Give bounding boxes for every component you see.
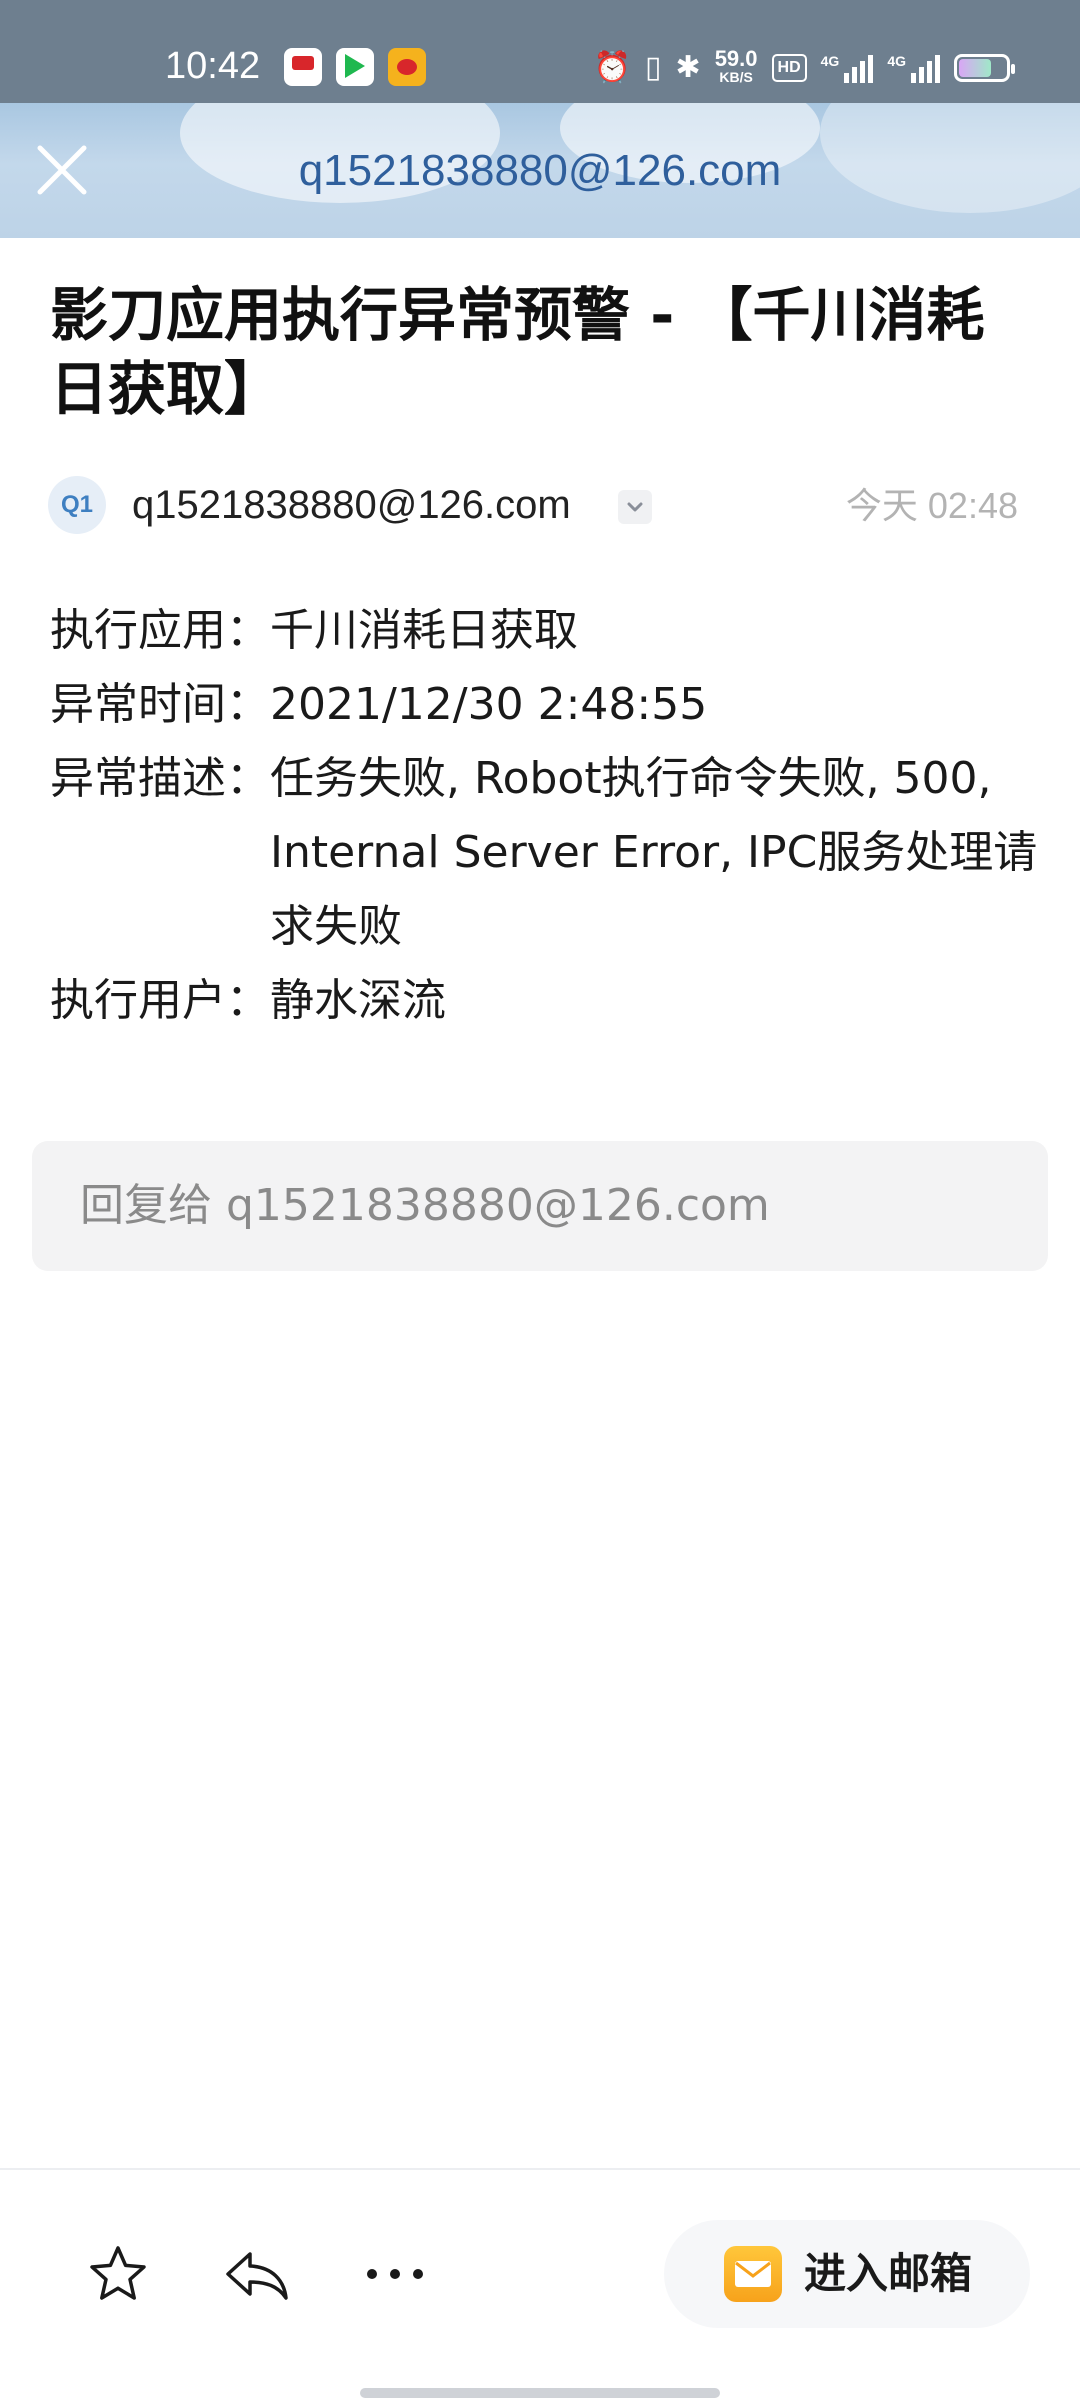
video-app-icon [336, 48, 374, 86]
bluetooth-icon: ✱ [675, 51, 701, 84]
enter-mailbox-label: 进入邮箱 [804, 2249, 973, 2298]
sent-time: 今天 02:48 [845, 485, 1018, 526]
field-value: 静水深流 [270, 975, 446, 1026]
hd-badge: HD [771, 54, 807, 82]
field-label: 执行用户： [50, 975, 270, 1026]
bottom-toolbar: 进入邮箱 [0, 2168, 1080, 2400]
status-bar: 10:42 ⏰ ▯ ✱ 59.0 KB/S HD 4G 4G [0, 0, 1080, 103]
more-icon [367, 2269, 423, 2279]
body-line-time: 异常时间： 2021/12/30 2:48:55 [50, 668, 1040, 742]
sender-email[interactable]: q1521838880@126.com [132, 480, 571, 530]
body-line-app: 执行应用： 千川消耗日获取 [50, 594, 1040, 668]
body-line-user: 执行用户： 静水深流 [50, 964, 1040, 1038]
star-button[interactable] [86, 2242, 150, 2306]
reply-button[interactable] [222, 2242, 290, 2306]
signal-label-2: 4G [887, 53, 906, 69]
email-body: 执行应用： 千川消耗日获取 异常时间： 2021/12/30 2:48:55 异… [50, 594, 1040, 1038]
signal-4g-icon: 4G [821, 53, 874, 83]
battery-icon [954, 54, 1015, 82]
sender-row[interactable]: Q1 q1521838880@126.com 今天 02:48 [48, 476, 1018, 540]
home-indicator[interactable] [360, 2388, 720, 2398]
weibo-app-icon [388, 48, 426, 86]
field-value: 千川消耗日获取 [270, 605, 578, 656]
status-indicators: ⏰ ▯ ✱ 59.0 KB/S HD 4G 4G [593, 46, 1015, 90]
field-value: 2021/12/30 2:48:55 [270, 679, 708, 730]
reply-icon [226, 2252, 288, 2300]
vibrate-icon: ▯ [645, 51, 662, 84]
header-title: q1521838880@126.com [298, 146, 782, 195]
mail-header: q1521838880@126.com [0, 103, 1080, 238]
signal-label: 4G [820, 53, 840, 69]
field-label: 异常时间： [50, 679, 270, 730]
field-label: 执行应用： [50, 605, 270, 656]
news-app-icon [284, 48, 322, 86]
star-icon [90, 2246, 146, 2300]
email-content: 影刀应用执行异常预警 - 【千川消耗日获取】 Q1 q1521838880@12… [0, 238, 1080, 2168]
reply-placeholder: 回复给 q1521838880@126.com [80, 1180, 770, 1231]
network-speed-unit: KB/S [719, 69, 753, 85]
chevron-down-icon [627, 502, 643, 512]
expand-sender-button[interactable] [618, 490, 652, 524]
email-subject: 影刀应用执行异常预警 - 【千川消耗日获取】 [50, 281, 985, 423]
enter-mailbox-button[interactable]: 进入邮箱 [664, 2220, 1030, 2328]
avatar: Q1 [48, 476, 106, 534]
reply-input[interactable]: 回复给 q1521838880@126.com [32, 1141, 1048, 1271]
more-button[interactable] [360, 2242, 430, 2306]
body-line-description: 异常描述： 任务失败, Robot执行命令失败, 500, Internal S… [50, 742, 1040, 964]
alarm-icon: ⏰ [593, 51, 632, 84]
field-label: 异常描述： [50, 753, 270, 804]
signal-4g-icon-2: 4G [887, 53, 940, 83]
mail-icon [724, 2246, 782, 2302]
network-speed: 59.0 KB/S [714, 46, 758, 86]
status-time: 10:42 [165, 45, 261, 87]
field-value: 任务失败, Robot执行命令失败, 500, Internal Server … [270, 753, 1038, 952]
network-speed-value: 59.0 [714, 46, 758, 71]
